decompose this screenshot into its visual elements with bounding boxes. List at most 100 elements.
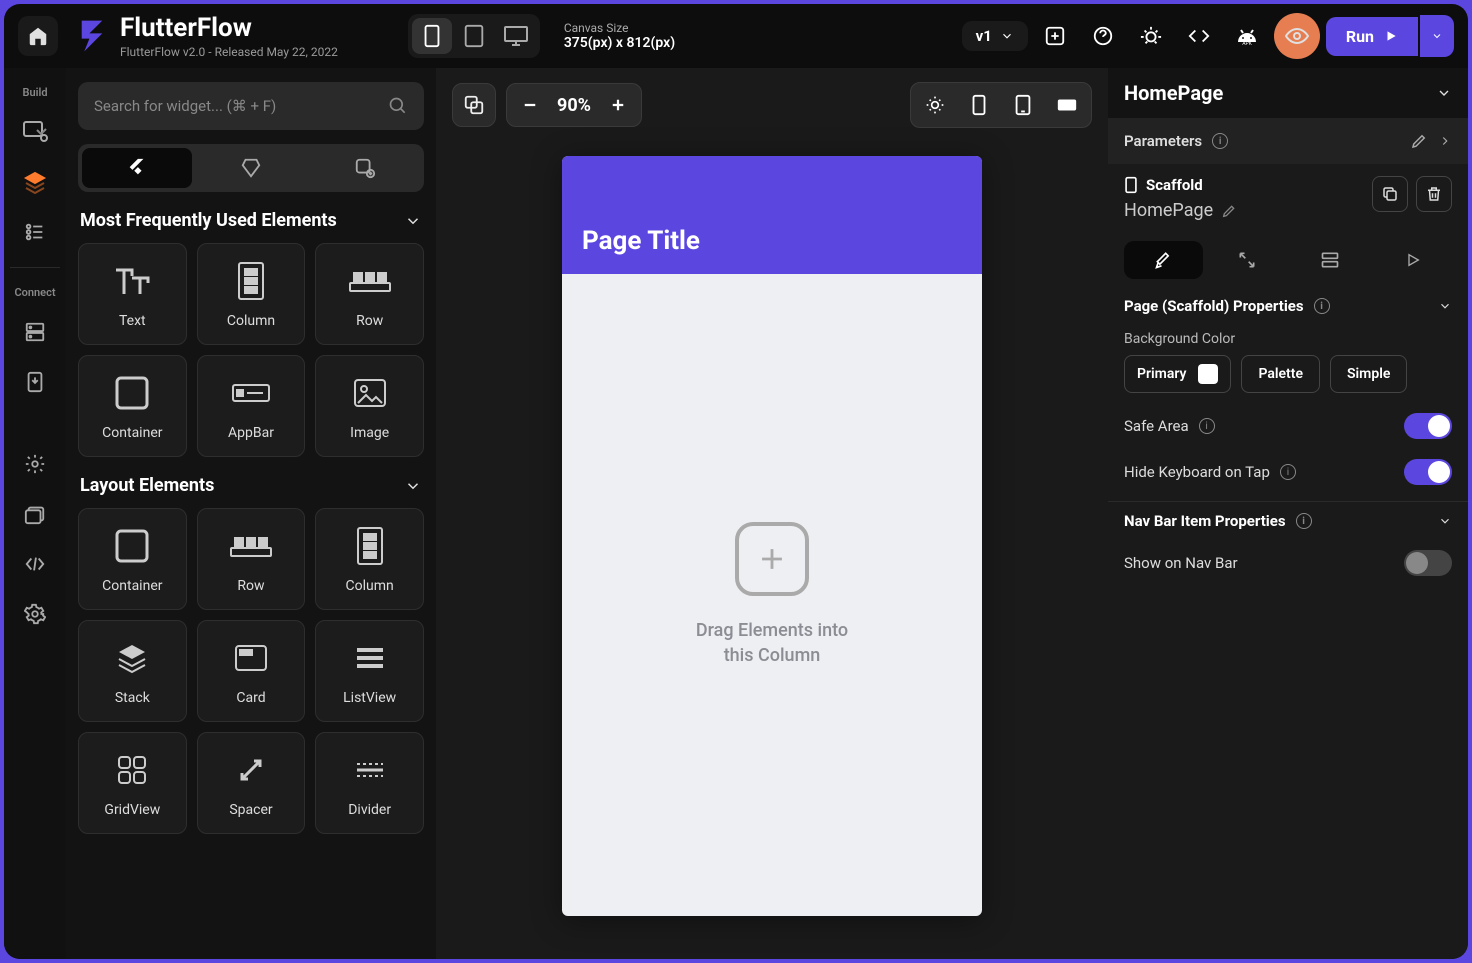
scaffold-type: Scaffold: [1146, 176, 1203, 194]
device-phone-icon[interactable]: [959, 87, 999, 123]
bgcolor-label: Background Color: [1124, 331, 1452, 347]
zoom-out-button[interactable]: [515, 84, 545, 126]
color-value-button[interactable]: Primary: [1124, 355, 1231, 393]
zoom-value: 90%: [557, 95, 591, 116]
delete-button[interactable]: [1416, 176, 1452, 212]
tab-flutter[interactable]: [82, 148, 192, 188]
tab-custom[interactable]: [310, 148, 420, 188]
section-layout-head[interactable]: Layout Elements: [80, 475, 422, 496]
widget-card-item[interactable]: Card: [197, 620, 306, 722]
widget-appbar[interactable]: AppBar: [197, 355, 306, 457]
widget-gridview[interactable]: GridView: [78, 732, 187, 834]
rail-widgets-button[interactable]: [14, 111, 56, 153]
tab-animate[interactable]: [1373, 241, 1452, 279]
widget-panel: Search for widget... (⌘ + F) Most Freque…: [66, 68, 436, 959]
widget-container-2[interactable]: Container: [78, 508, 187, 610]
edit-icon[interactable]: [1221, 203, 1237, 219]
widget-spacer[interactable]: Spacer: [197, 732, 306, 834]
widget-row[interactable]: Row: [315, 243, 424, 345]
widget-stack[interactable]: Stack: [78, 620, 187, 722]
preview-appbar: Page Title: [562, 156, 982, 274]
device-desktop-button[interactable]: [496, 18, 536, 54]
widget-container[interactable]: Container: [78, 355, 187, 457]
device-tablet-button[interactable]: [454, 18, 494, 54]
add-action-button[interactable]: [1034, 15, 1076, 57]
home-button[interactable]: [18, 16, 58, 56]
info-icon: i: [1280, 464, 1296, 480]
apk-button[interactable]: APK: [1226, 15, 1268, 57]
widget-column-2[interactable]: Column: [315, 508, 424, 610]
chevron-down-icon: [1000, 29, 1014, 43]
brand: FlutterFlow FlutterFlow v2.0 - Released …: [74, 13, 338, 59]
show-nav-row: Show on Nav Bar: [1108, 540, 1468, 586]
rail-connect-label: Connect: [14, 286, 55, 299]
widget-text[interactable]: Text: [78, 243, 187, 345]
rail-tree-button[interactable]: [14, 211, 56, 253]
preview-body[interactable]: Drag Elements into this Column: [562, 274, 982, 916]
edit-icon[interactable]: [1410, 132, 1428, 150]
safe-area-toggle[interactable]: [1404, 413, 1452, 439]
section-layout-title: Layout Elements: [80, 475, 214, 496]
zoom-in-button[interactable]: [603, 84, 633, 126]
chevron-right-icon[interactable]: [1438, 134, 1452, 148]
hide-keyboard-toggle[interactable]: [1404, 459, 1452, 485]
chevron-down-icon: [1436, 85, 1452, 101]
canvas-multi-button[interactable]: [452, 83, 496, 127]
theme-button[interactable]: [915, 87, 955, 123]
device-phone-button[interactable]: [412, 18, 452, 54]
chevron-down-icon: [404, 212, 422, 230]
device-preview[interactable]: Page Title Drag Elements into this Colum…: [562, 156, 982, 916]
section-freq-title: Most Frequently Used Elements: [80, 210, 337, 231]
run-label: Run: [1346, 27, 1374, 46]
version-dropdown[interactable]: v1: [962, 21, 1028, 51]
rail-layers-button[interactable]: [14, 161, 56, 203]
code-button[interactable]: [1178, 15, 1220, 57]
copy-button[interactable]: [1372, 176, 1408, 212]
rail-database-button[interactable]: [14, 311, 56, 353]
hide-keyboard-label: Hide Keyboard on Tap: [1124, 463, 1270, 481]
show-nav-toggle[interactable]: [1404, 550, 1452, 576]
drag-hint: Drag Elements into this Column: [696, 618, 848, 668]
device-tablet-icon[interactable]: [1003, 87, 1043, 123]
rail-download-button[interactable]: [14, 361, 56, 403]
scaffold-name: HomePage: [1124, 200, 1213, 221]
play-icon: [1384, 29, 1398, 43]
app-root: FlutterFlow FlutterFlow v2.0 - Released …: [4, 4, 1468, 959]
run-dropdown[interactable]: [1420, 15, 1454, 57]
section-freq-head[interactable]: Most Frequently Used Elements: [80, 210, 422, 231]
tab-premium[interactable]: [196, 148, 306, 188]
keyboard-button[interactable]: [1047, 87, 1087, 123]
tab-backend[interactable]: [1290, 241, 1369, 279]
parameters-row[interactable]: Parameters i: [1108, 118, 1468, 164]
brand-title: FlutterFlow: [120, 13, 338, 43]
tab-actions[interactable]: [1207, 241, 1286, 279]
chevron-down-icon: [1438, 299, 1452, 313]
hide-keyboard-row: Hide Keyboard on Tap i: [1108, 449, 1468, 495]
rail-config-button[interactable]: [14, 593, 56, 635]
rail-settings-button[interactable]: [14, 443, 56, 485]
info-icon: i: [1296, 513, 1312, 529]
rail-media-button[interactable]: [14, 493, 56, 535]
run-button[interactable]: Run: [1326, 17, 1418, 56]
nav-props-head[interactable]: Nav Bar Item Properties i: [1108, 501, 1468, 540]
widget-row-2[interactable]: Row: [197, 508, 306, 610]
widget-divider[interactable]: Divider: [315, 732, 424, 834]
rail-code-button[interactable]: [14, 543, 56, 585]
debug-button[interactable]: [1130, 15, 1172, 57]
tab-design[interactable]: [1124, 241, 1203, 279]
nav-rail: Build Connect: [4, 68, 66, 959]
simple-button[interactable]: Simple: [1330, 355, 1407, 393]
color-swatch: [1198, 364, 1218, 384]
widget-column[interactable]: Column: [197, 243, 306, 345]
palette-button[interactable]: Palette: [1241, 355, 1320, 393]
zoom-control: 90%: [506, 83, 642, 127]
widget-listview[interactable]: ListView: [315, 620, 424, 722]
scaffold-props-head[interactable]: Page (Scaffold) Properties i: [1108, 287, 1468, 325]
scaffold-block: Scaffold HomePage: [1108, 164, 1468, 233]
widget-image[interactable]: Image: [315, 355, 424, 457]
props-header[interactable]: HomePage: [1108, 68, 1468, 118]
info-icon: i: [1212, 133, 1228, 149]
preview-button[interactable]: [1274, 13, 1320, 59]
search-input[interactable]: Search for widget... (⌘ + F): [78, 82, 424, 130]
help-button[interactable]: [1082, 15, 1124, 57]
